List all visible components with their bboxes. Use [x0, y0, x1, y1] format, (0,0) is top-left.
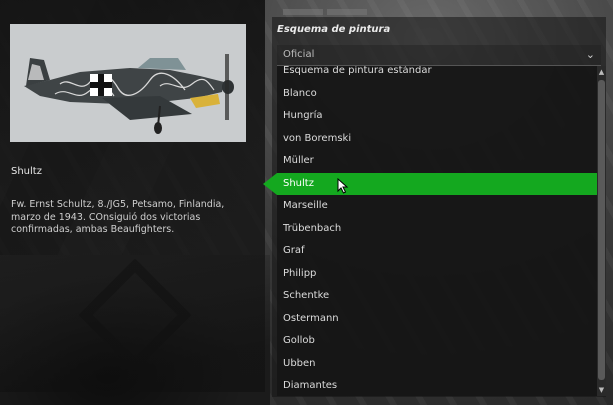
scheme-item[interactable]: Gollob [277, 330, 597, 353]
paint-scheme-list[interactable]: Esquema de pintura estándar Blanco Hungría… [277, 66, 597, 396]
paint-scheme-dropdown[interactable]: Oficial ⌄ [277, 45, 601, 66]
scheme-item[interactable]: Trübenbach [277, 218, 597, 241]
dropdown-value: Oficial [283, 49, 315, 60]
scheme-item[interactable]: Esquema de pintura estándar [277, 66, 597, 83]
list-scrollbar[interactable]: ▲ ▼ [597, 66, 606, 396]
scheme-item[interactable]: Shultz [277, 172, 597, 195]
scroll-thumb[interactable] [598, 80, 605, 380]
scheme-item[interactable]: Ostermann [277, 308, 597, 331]
mouse-cursor-icon [337, 177, 349, 198]
scheme-item[interactable]: von Boremski [277, 128, 597, 151]
scheme-item[interactable]: Blanco [277, 83, 597, 106]
skin-preview-image [10, 24, 246, 142]
scheme-item[interactable]: Hungría [277, 105, 597, 128]
scheme-item[interactable]: Philipp [277, 263, 597, 286]
scheme-item[interactable]: Müller [277, 150, 597, 173]
paint-scheme-label: Esquema de pintura [277, 24, 391, 35]
skin-description: Fw. Ernst Schultz, 8./JG5, Petsamo, Finl… [11, 199, 225, 235]
selection-pointer-icon [263, 173, 277, 195]
chevron-down-icon[interactable]: ⌄ [586, 48, 595, 61]
scheme-item[interactable]: Marseille [277, 195, 597, 218]
top-tab-strip [283, 0, 373, 15]
arrow-down-icon[interactable]: ▼ [597, 384, 606, 396]
scheme-item[interactable]: Ubben [277, 353, 597, 376]
scheme-item[interactable]: Schentke [277, 285, 597, 308]
arrow-up-icon[interactable]: ▲ [597, 66, 606, 78]
scheme-item[interactable]: Diamantes [277, 375, 597, 396]
scheme-item[interactable]: Graf [277, 240, 597, 263]
skin-title: Shultz [11, 166, 42, 177]
